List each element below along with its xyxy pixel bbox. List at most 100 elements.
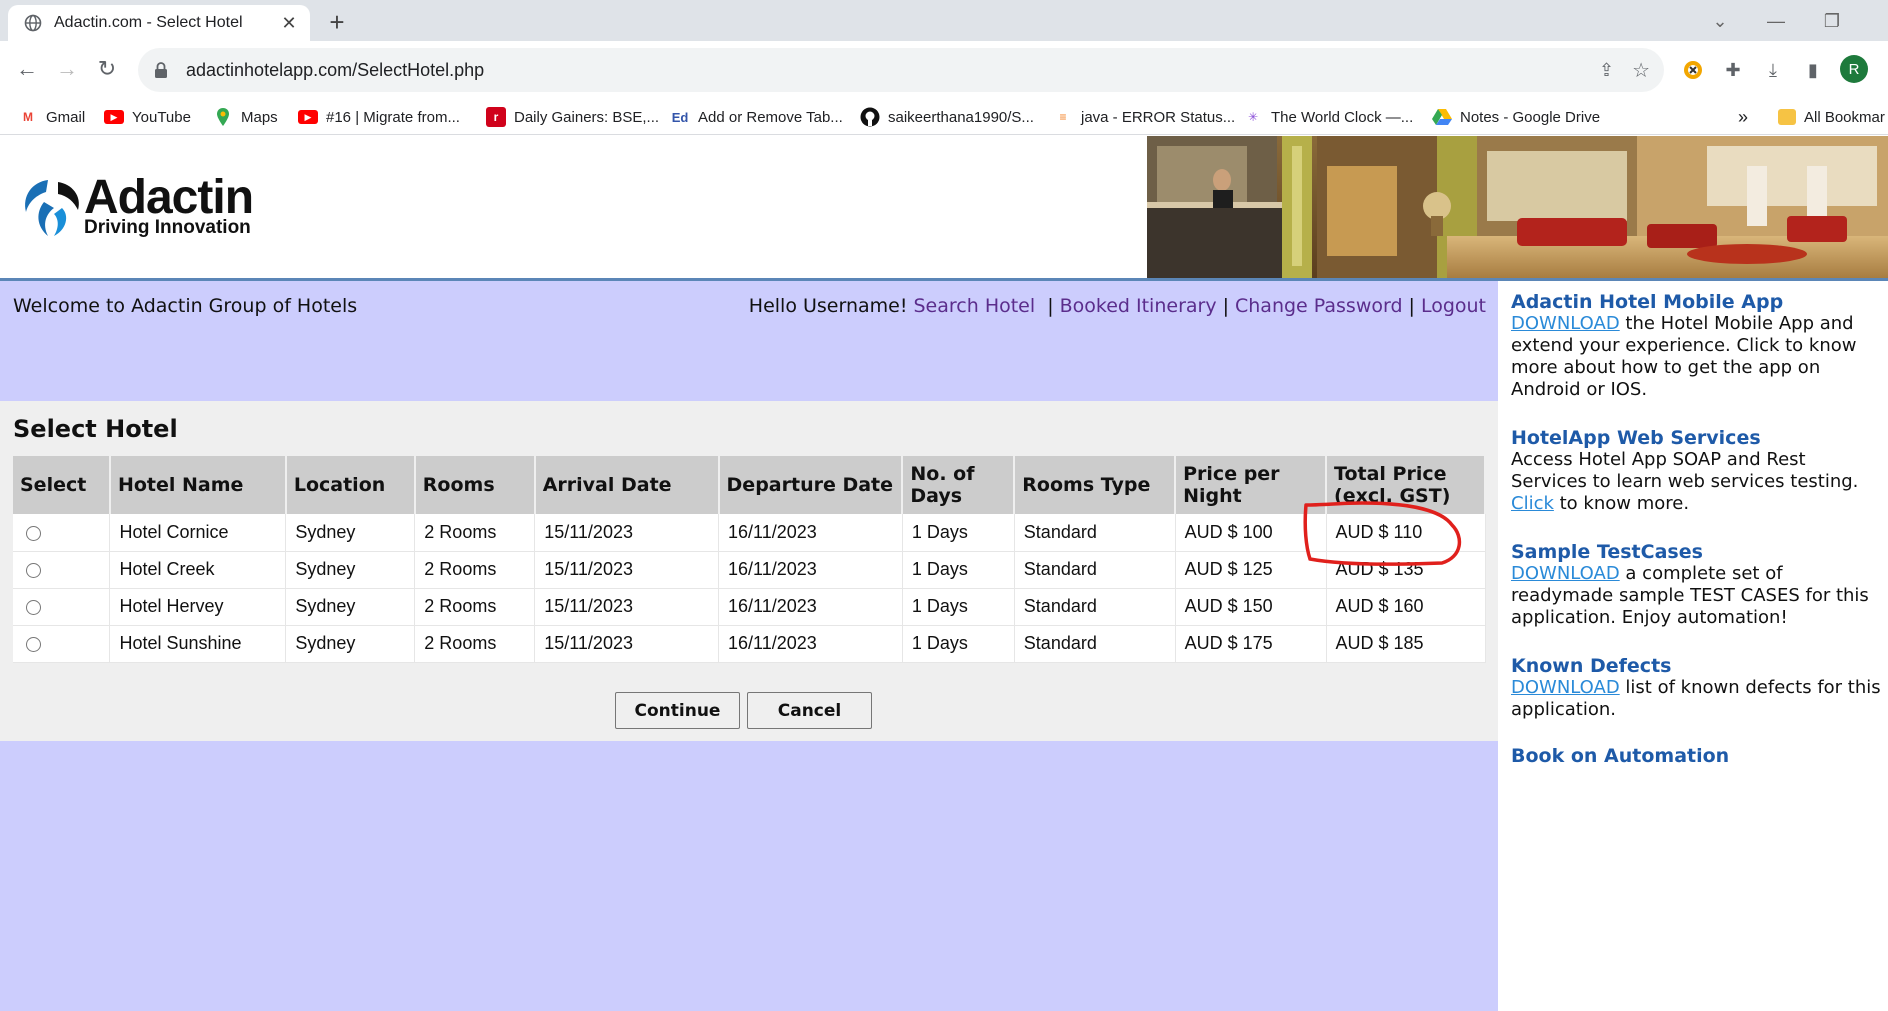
hotel-radio-button[interactable]: [26, 525, 41, 541]
page-title: Select Hotel: [13, 415, 178, 443]
download-link[interactable]: DOWNLOAD: [1511, 563, 1620, 584]
bookmark-label: The World Clock —...: [1271, 108, 1414, 126]
room-type-cell: Standard: [1014, 514, 1176, 552]
bookmark-label: Add or Remove Tab...: [698, 108, 843, 126]
location-cell: Sydney: [285, 625, 416, 663]
ed-icon: Ed: [671, 109, 689, 125]
download-link[interactable]: DOWNLOAD: [1511, 677, 1620, 698]
logo-tagline: Driving Innovation: [84, 217, 251, 238]
bookmark-label: All Bookmar: [1804, 108, 1885, 126]
chevron-down-icon[interactable]: ⌄: [1698, 6, 1742, 36]
booked-itinerary-link[interactable]: Booked Itinerary: [1060, 295, 1217, 317]
browser-tab[interactable]: Adactin.com - Select Hotel ✕: [8, 5, 310, 41]
bookmark-item[interactable]: M Gmail: [18, 99, 85, 135]
main-panel: Welcome to Adactin Group of Hotels Hello…: [0, 281, 1498, 1011]
bookmark-item[interactable]: ▶ #16 | Migrate from...: [298, 99, 460, 135]
hotel-name-cell: Hotel Sunshine: [109, 625, 287, 663]
price-per-night-cell: AUD $ 100: [1175, 514, 1327, 552]
rooms-cell: 2 Rooms: [414, 551, 536, 589]
search-hotel-link[interactable]: Search Hotel: [914, 295, 1036, 317]
bookmark-item[interactable]: ▶ YouTube: [104, 99, 191, 135]
sidebar-title[interactable]: HotelApp Web Services: [1511, 427, 1886, 449]
adactin-logo[interactable]: Adactin Driving Innovation: [18, 171, 288, 240]
bookmark-item[interactable]: ✳ The World Clock —...: [1243, 99, 1413, 135]
extensions-puzzle-icon[interactable]: ✚: [1720, 57, 1746, 83]
cancel-button[interactable]: Cancel: [747, 692, 872, 729]
departure-date-cell: 16/11/2023: [718, 588, 903, 626]
all-bookmarks-folder[interactable]: All Bookmar: [1778, 99, 1885, 135]
forward-arrow-icon[interactable]: →: [52, 54, 82, 84]
days-cell: 1 Days: [902, 514, 1015, 552]
column-header: Total Price (excl. GST): [1326, 456, 1486, 514]
room-type-cell: Standard: [1014, 588, 1176, 626]
column-header: Hotel Name: [109, 456, 287, 514]
reload-icon[interactable]: ↻: [92, 54, 122, 84]
hotel-radio-button[interactable]: [26, 562, 41, 578]
change-password-link[interactable]: Change Password: [1235, 295, 1403, 317]
book-on-automation-link[interactable]: Book on Automation: [1511, 745, 1886, 767]
click-link[interactable]: Click: [1511, 493, 1554, 514]
rediff-icon: r: [486, 107, 506, 127]
bookmarks-bar: M Gmail ▶ YouTube Maps ▶ #16 | Migrate f…: [0, 99, 1888, 135]
form-actions: Continue Cancel: [615, 692, 872, 729]
folder-icon: [1778, 109, 1796, 125]
select-cell: [13, 588, 111, 626]
rooms-cell: 2 Rooms: [414, 588, 536, 626]
table-row: Hotel Creek Sydney 2 Rooms 15/11/2023 16…: [13, 551, 1486, 589]
download-link[interactable]: DOWNLOAD: [1511, 313, 1620, 334]
bookmark-item[interactable]: Maps: [213, 99, 278, 135]
address-bar[interactable]: adactinhotelapp.com/SelectHotel.php ⇪ ☆: [138, 48, 1664, 92]
right-sidebar: Adactin Hotel Mobile App DOWNLOAD the Ho…: [1498, 281, 1888, 1011]
mobile-app-block: Adactin Hotel Mobile App DOWNLOAD the Ho…: [1511, 291, 1886, 401]
web-page: Adactin Driving Innovation Welcome to Ad…: [0, 136, 1888, 1011]
price-per-night-cell: AUD $ 150: [1175, 588, 1327, 626]
side-panel-icon[interactable]: ▮: [1800, 57, 1826, 83]
sidebar-title[interactable]: Sample TestCases: [1511, 541, 1886, 563]
nav-separator: |: [1222, 295, 1229, 317]
bookmark-item[interactable]: r Daily Gainers: BSE,...: [486, 99, 659, 135]
site-header: Adactin Driving Innovation: [0, 136, 1888, 281]
sidebar-title[interactable]: Known Defects: [1511, 655, 1886, 677]
hotel-name-cell: Hotel Creek: [109, 551, 287, 589]
hotel-radio-button[interactable]: [26, 599, 41, 615]
adactin-logo-mark-icon: [25, 180, 79, 236]
download-icon[interactable]: ⤓: [1760, 57, 1786, 83]
restore-icon[interactable]: ❐: [1810, 6, 1854, 36]
rooms-cell: 2 Rooms: [414, 514, 536, 552]
bookmarks-overflow-icon[interactable]: »: [1738, 99, 1748, 135]
continue-button[interactable]: Continue: [615, 692, 740, 729]
column-header: Rooms Type: [1014, 456, 1177, 514]
close-icon[interactable]: ✕: [278, 12, 300, 34]
sidebar-text: Access Hotel App SOAP and Rest Services …: [1511, 449, 1859, 492]
youtube-icon: ▶: [104, 110, 124, 124]
nav-separator: |: [1408, 295, 1415, 317]
logout-link[interactable]: Logout: [1421, 295, 1486, 317]
departure-date-cell: 16/11/2023: [718, 514, 903, 552]
sidebar-title[interactable]: Adactin Hotel Mobile App: [1511, 291, 1886, 313]
lock-icon[interactable]: [152, 61, 170, 79]
star-icon[interactable]: ☆: [1632, 58, 1650, 83]
arrival-date-cell: 15/11/2023: [534, 588, 720, 626]
back-arrow-icon[interactable]: ←: [12, 54, 42, 84]
gmail-icon: M: [23, 110, 33, 124]
bookmark-item[interactable]: ≡ java - ERROR Status...: [1053, 99, 1235, 135]
select-cell: [13, 514, 111, 552]
url-text[interactable]: adactinhotelapp.com/SelectHotel.php: [186, 60, 484, 81]
rooms-cell: 2 Rooms: [414, 625, 536, 663]
minimize-icon[interactable]: —: [1754, 6, 1798, 36]
new-tab-icon[interactable]: +: [322, 7, 352, 37]
testcases-block: Sample TestCases DOWNLOAD a complete set…: [1511, 541, 1886, 629]
hotel-radio-button[interactable]: [26, 636, 41, 652]
column-header: Price per Night: [1175, 456, 1328, 514]
share-icon[interactable]: ⇪: [1599, 60, 1614, 81]
select-cell: [13, 551, 111, 589]
bookmark-label: Notes - Google Drive: [1460, 108, 1601, 126]
column-header: Rooms: [414, 456, 536, 514]
bookmark-item[interactable]: Ed Add or Remove Tab...: [670, 99, 843, 135]
extension-badge-icon[interactable]: [1680, 57, 1706, 83]
globe-icon: [24, 14, 42, 32]
bookmark-item[interactable]: Notes - Google Drive: [1432, 99, 1600, 135]
bookmark-item[interactable]: saikeerthana1990/S...: [860, 99, 1034, 135]
profile-avatar[interactable]: R: [1840, 55, 1868, 83]
room-type-cell: Standard: [1014, 551, 1176, 589]
